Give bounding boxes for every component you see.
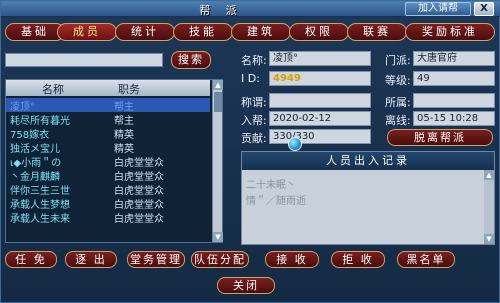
member-row[interactable]: ι◆小雨＂の 白虎堂堂众 xyxy=(6,154,210,169)
tab-league[interactable]: 联赛 xyxy=(347,23,407,41)
leave-guild-button[interactable]: 脱离帮派 xyxy=(387,129,493,146)
tab-basic[interactable]: 基础 xyxy=(5,23,65,41)
join-date-label: 入帮: xyxy=(241,114,267,127)
tab-stats[interactable]: 统计 xyxy=(115,23,175,41)
header-role: 职务 xyxy=(118,83,140,96)
level-value: 49 xyxy=(413,71,495,86)
tab-members[interactable]: 成员 xyxy=(57,23,117,41)
window-title: 帮 派 xyxy=(199,4,243,17)
member-row[interactable]: 承载人生梦想 白虎堂堂众 xyxy=(6,196,210,211)
member-row[interactable]: 耗尽所有暮光 帮主 xyxy=(6,112,210,127)
scroll-up-icon[interactable]: ▲ xyxy=(484,170,494,180)
log-entry: 情＂／随雨逝 xyxy=(246,196,306,207)
globe-icon xyxy=(288,137,302,151)
guild-window: 帮 派 加入请帮 X 基础 成员 统计 技能 建筑 权限 联赛 奖励标准 搜索 … xyxy=(0,0,500,303)
close-window-button[interactable]: X xyxy=(474,2,494,16)
reject-button[interactable]: 拒 收 xyxy=(331,251,385,268)
tab-permissions[interactable]: 权限 xyxy=(289,23,349,41)
close-button[interactable]: 关闭 xyxy=(217,277,275,294)
join-date-value: 2020-02-12 xyxy=(269,111,371,126)
member-list-header: 名称 职务 xyxy=(6,80,210,96)
scroll-thumb[interactable] xyxy=(214,92,222,112)
join-request-button[interactable]: 加入请帮 xyxy=(405,2,471,16)
member-row[interactable]: 凌顶° 帮主 xyxy=(6,98,210,113)
blacklist-button[interactable]: 黑名单 xyxy=(397,251,455,268)
owner-label: 所属: xyxy=(385,96,411,109)
name-value: 凌顶° xyxy=(269,51,371,66)
log-entry: 二十未眠丶 xyxy=(246,180,296,191)
sect-label: 门派: xyxy=(385,54,411,67)
scroll-down-icon[interactable]: ▼ xyxy=(213,232,223,242)
offline-label: 离线: xyxy=(385,114,411,127)
appoint-button[interactable]: 任 免 xyxy=(5,251,57,268)
log-title: 人员出入记录 xyxy=(242,152,494,170)
header-name: 名称 xyxy=(42,83,64,96)
title-value xyxy=(269,93,371,108)
tab-reward-standard[interactable]: 奖励标准 xyxy=(405,23,495,41)
member-list-scrollbar[interactable]: ▲ ▼ xyxy=(212,80,223,242)
member-row[interactable]: 758嫁衣 精英 xyxy=(6,126,210,141)
member-row[interactable]: 承载人生未来 白虎堂堂众 xyxy=(6,210,210,225)
scroll-up-icon[interactable]: ▲ xyxy=(213,80,223,90)
title-label: 称谓: xyxy=(241,96,267,109)
member-row[interactable]: 独活メ宝儿 精英 xyxy=(6,140,210,155)
id-value: 4949 xyxy=(269,71,371,86)
owner-value xyxy=(413,93,495,108)
id-label: I D: xyxy=(241,72,260,85)
search-button[interactable]: 搜索 xyxy=(171,51,211,69)
sect-value: 大唐官府 xyxy=(413,51,495,66)
contribution-label: 贡献: xyxy=(241,132,267,145)
member-log-panel: 人员出入记录 二十未眠丶 情＂／随雨逝 ▲ ▼ xyxy=(241,151,495,245)
scroll-down-icon[interactable]: ▼ xyxy=(484,234,494,244)
member-row[interactable]: 伴你三生三世 白虎堂堂众 xyxy=(6,182,210,197)
expel-button[interactable]: 逐 出 xyxy=(65,251,117,268)
log-scrollbar[interactable]: ▲ ▼ xyxy=(484,170,494,244)
name-label: 名称: xyxy=(241,54,267,67)
level-label: 等级: xyxy=(385,74,411,87)
member-list: 名称 职务 凌顶° 帮主 耗尽所有暮光 帮主 758嫁衣 精英 独活メ宝儿 精英 ι◆小… xyxy=(5,79,223,243)
contribution-value: 330/330 xyxy=(269,129,371,144)
member-search-input[interactable] xyxy=(5,53,163,67)
member-row[interactable]: 丶金月麒麟 白虎堂堂众 xyxy=(6,168,210,183)
hall-affairs-button[interactable]: 堂务管理 xyxy=(127,251,185,268)
accept-button[interactable]: 接 收 xyxy=(265,251,319,268)
team-assign-button[interactable]: 队伍分配 xyxy=(191,251,249,268)
tab-skills[interactable]: 技能 xyxy=(173,23,233,41)
offline-value: 05-15 10:28 xyxy=(413,111,495,126)
title-bar: 帮 派 加入请帮 X xyxy=(1,1,500,17)
tab-buildings[interactable]: 建筑 xyxy=(231,23,291,41)
